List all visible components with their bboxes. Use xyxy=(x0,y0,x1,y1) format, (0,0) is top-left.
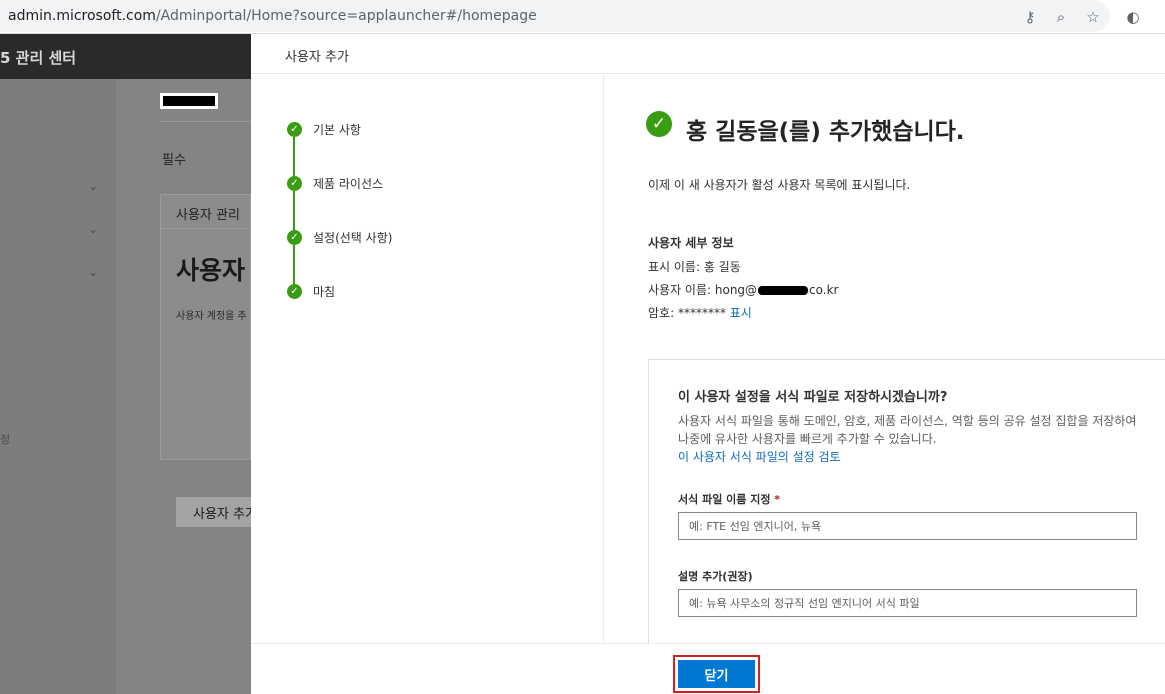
redacted-domain xyxy=(758,286,809,295)
close-button[interactable]: 닫기 xyxy=(673,655,760,693)
chevron-down-icon: ⌄ xyxy=(88,265,99,279)
nav-text-fragment: 정 xyxy=(0,433,11,446)
display-name: 표시 이름: 홍 길동 xyxy=(648,260,741,274)
add-user-button: 사용자 추가 xyxy=(176,497,252,527)
user-management-card: 사용자 관리 사용자 사용자 계정을 추 사용자 추가 xyxy=(160,194,252,527)
step-connector xyxy=(293,137,295,177)
redacted-block xyxy=(160,93,218,109)
card-header: 사용자 관리 xyxy=(161,195,252,229)
template-description-label: 설명 추가(권장) xyxy=(678,570,753,583)
url-field[interactable]: admin.microsoft.com/Adminportal/Home?sou… xyxy=(0,0,1110,32)
check-icon: ✓ xyxy=(287,122,302,137)
success-check-icon: ✓ xyxy=(646,111,672,137)
admin-title: 5 관리 센터 xyxy=(0,49,77,67)
finish-content: ✓ 홍 길동을(를) 추가했습니다. 이제 이 새 사용자가 활성 사용자 목록… xyxy=(604,74,1165,643)
url-text: admin.microsoft.com/Adminportal/Home?sou… xyxy=(8,8,537,24)
card-title: 사용자 xyxy=(176,256,246,285)
template-description-input[interactable] xyxy=(678,589,1137,617)
template-name-label: 서식 파일 이름 지정 * xyxy=(678,493,781,506)
info-text: 이제 이 새 사용자가 활성 사용자 목록에 표시됩니다. xyxy=(648,178,911,192)
step-label: 제품 라이선스 xyxy=(313,177,384,191)
password: 암호: ******** 표시 xyxy=(648,306,752,320)
review-template-link[interactable]: 이 사용자 서식 파일의 설정 검토 xyxy=(678,448,841,465)
step-label: 설정(선택 사항) xyxy=(313,231,393,245)
user-details-heading: 사용자 세부 정보 xyxy=(648,236,734,250)
star-icon[interactable]: ☆ xyxy=(1083,7,1103,27)
check-icon: ✓ xyxy=(287,284,302,299)
chevron-down-icon: ⌄ xyxy=(88,179,99,193)
add-user-panel: 사용자 추가 ✓ 기본 사항 ✓ 제품 라이선스 ✓ 설정(선택 사항) ✓ 마… xyxy=(251,34,1165,694)
step-connector xyxy=(293,245,295,285)
key-icon[interactable]: ⚷ xyxy=(1020,7,1040,27)
extension-icon[interactable]: ◐ xyxy=(1123,7,1143,27)
panel-title: 사용자 추가 xyxy=(285,50,349,65)
chevron-down-icon: ⌄ xyxy=(88,222,99,236)
card-description: 사용자 계정을 추 xyxy=(176,311,247,322)
zoom-icon[interactable]: ⌕ xyxy=(1051,7,1071,27)
username: 사용자 이름: hong@ co.kr xyxy=(648,283,839,297)
divider xyxy=(160,121,251,122)
step-label: 기본 사항 xyxy=(313,123,361,137)
template-question: 이 사용자 설정을 서식 파일로 저장하시겠습니까? xyxy=(678,390,948,405)
template-description: 사용자 서식 파일을 통해 도메인, 암호, 제품 라이선스, 역할 등의 공유… xyxy=(678,414,1137,446)
admin-header: 5 관리 센터 xyxy=(0,34,251,79)
show-password-link[interactable]: 표시 xyxy=(730,306,752,320)
required-label: 필수 xyxy=(162,153,186,168)
admin-nav: ⌄ ⌄ ⌄ 정 xyxy=(0,79,116,694)
browser-address-bar: admin.microsoft.com/Adminportal/Home?sou… xyxy=(0,0,1165,34)
template-name-input[interactable] xyxy=(678,512,1137,540)
admin-main: 필수 사용자 관리 사용자 사용자 계정을 추 사용자 추가 xyxy=(116,79,252,694)
check-icon: ✓ xyxy=(287,230,302,245)
step-label: 마침 xyxy=(313,285,336,299)
divider xyxy=(251,643,1165,644)
check-icon: ✓ xyxy=(287,176,302,191)
success-title: 홍 길동을(를) 추가했습니다. xyxy=(686,119,965,145)
step-connector xyxy=(293,191,295,231)
template-section: 이 사용자 설정을 서식 파일로 저장하시겠습니까? 사용자 서식 파일을 통해… xyxy=(648,359,1165,643)
